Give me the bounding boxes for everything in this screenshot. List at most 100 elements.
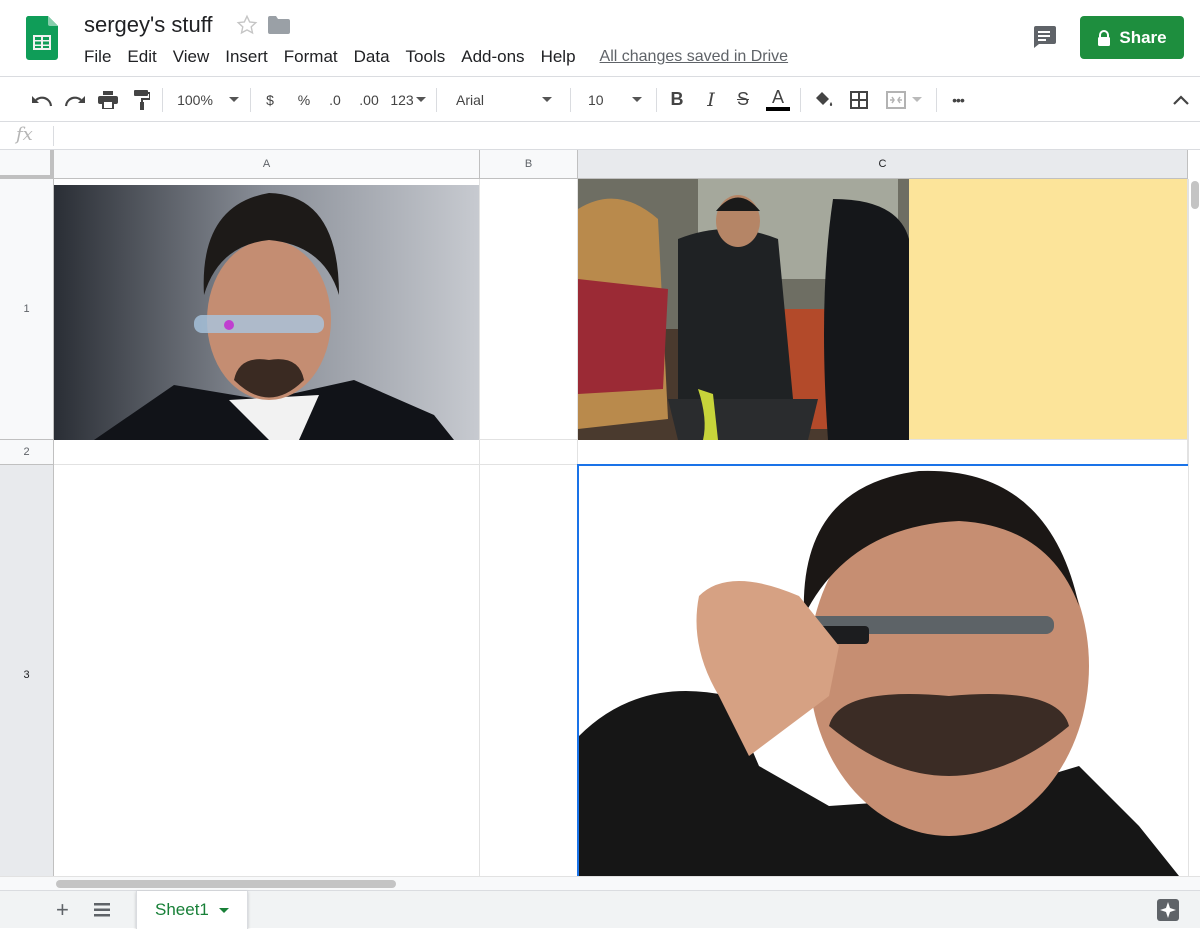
italic-button[interactable]: I xyxy=(698,77,724,122)
currency-format-button[interactable]: $ xyxy=(258,77,282,122)
column-header-b[interactable]: B xyxy=(480,150,578,179)
select-all-corner[interactable] xyxy=(0,150,54,179)
star-icon[interactable] xyxy=(236,14,258,36)
row-header-1[interactable]: 1 xyxy=(0,179,54,440)
font-size-select[interactable]: 10 xyxy=(578,77,650,122)
merge-cells-icon xyxy=(886,90,906,109)
undo-button[interactable] xyxy=(28,77,56,122)
print-icon xyxy=(98,90,118,109)
cell-c2[interactable] xyxy=(578,440,1188,465)
menu-addons[interactable]: Add-ons xyxy=(453,46,532,68)
number-format-label: 123 xyxy=(390,91,414,108)
bold-button[interactable]: B xyxy=(664,77,690,122)
formula-input[interactable] xyxy=(60,126,1180,146)
percent-format-button[interactable]: % xyxy=(292,77,316,122)
sheet-tab-label: Sheet1 xyxy=(155,900,209,919)
all-sheets-list-icon[interactable] xyxy=(94,903,110,917)
formula-bar: fx xyxy=(0,122,1200,150)
zoom-value: 100% xyxy=(177,91,213,108)
menu-insert[interactable]: Insert xyxy=(217,46,276,68)
currency-label: $ xyxy=(266,91,274,108)
folder-icon[interactable] xyxy=(268,16,290,34)
decrease-decimal-label: .0 xyxy=(329,91,341,108)
document-title[interactable]: sergey's stuff xyxy=(84,12,213,38)
italic-label: I xyxy=(707,88,715,111)
text-color-label: A xyxy=(771,87,784,107)
text-color-button[interactable]: A xyxy=(764,77,792,122)
merge-cells-button[interactable] xyxy=(880,77,928,122)
cell-b3[interactable] xyxy=(480,465,578,876)
chevron-down-icon xyxy=(542,97,552,102)
vertical-scroll-thumb[interactable] xyxy=(1191,181,1199,209)
photo-c1-image[interactable] xyxy=(578,179,909,440)
decrease-decimal-button[interactable]: .0 xyxy=(322,77,348,122)
paint-format-icon xyxy=(134,89,150,110)
toolbar-separator xyxy=(250,88,251,112)
vertical-scrollbar[interactable] xyxy=(1188,179,1200,876)
cell-b2[interactable] xyxy=(480,440,578,465)
menu-format[interactable]: Format xyxy=(276,46,346,68)
spreadsheet-grid: A B C 1 2 3 xyxy=(0,150,1200,876)
chevron-down-icon xyxy=(632,97,642,102)
more-options-label: ••• xyxy=(952,91,965,108)
row-header-2[interactable]: 2 xyxy=(0,440,54,465)
toolbar-separator xyxy=(162,88,163,112)
strikethrough-button[interactable]: S xyxy=(730,77,756,122)
add-sheet-button[interactable]: + xyxy=(56,899,69,921)
chevron-down-icon xyxy=(912,97,922,102)
menu-data[interactable]: Data xyxy=(346,46,398,68)
photo-a1-image[interactable] xyxy=(54,185,479,440)
explore-button[interactable] xyxy=(1157,899,1179,921)
font-family-select[interactable]: Arial xyxy=(446,77,562,122)
print-button[interactable] xyxy=(94,77,122,122)
share-button[interactable]: Share xyxy=(1080,16,1184,59)
font-family-value: Arial xyxy=(456,91,485,108)
menu-tools[interactable]: Tools xyxy=(398,46,454,68)
chevron-up-icon xyxy=(1173,94,1189,105)
photo-c3-image[interactable] xyxy=(579,466,1188,876)
cell-b1[interactable] xyxy=(480,179,578,440)
menu-bar: File Edit View Insert Format Data Tools … xyxy=(76,46,788,68)
increase-decimal-button[interactable]: .00 xyxy=(354,77,384,122)
explore-icon xyxy=(1160,902,1176,918)
column-header-a[interactable]: A xyxy=(54,150,480,179)
toolbar-separator xyxy=(656,88,657,112)
menu-file[interactable]: File xyxy=(76,46,119,68)
borders-button[interactable] xyxy=(845,77,873,122)
borders-icon xyxy=(850,90,868,109)
zoom-select[interactable]: 100% xyxy=(172,77,244,122)
comment-icon[interactable] xyxy=(1031,25,1057,49)
toolbar-separator xyxy=(800,88,801,112)
redo-button[interactable] xyxy=(61,77,89,122)
horizontal-scrollbar[interactable] xyxy=(0,876,1200,890)
chevron-down-icon[interactable] xyxy=(218,907,229,913)
menu-help[interactable]: Help xyxy=(533,46,584,68)
cell-a3[interactable] xyxy=(54,465,480,876)
column-header-c[interactable]: C xyxy=(578,150,1188,179)
increase-decimal-label: .00 xyxy=(359,91,379,108)
text-color-swatch xyxy=(766,107,790,111)
paint-format-button[interactable] xyxy=(128,77,156,122)
sheet-bar: + Sheet1 xyxy=(0,890,1200,929)
toolbar-separator xyxy=(570,88,571,112)
sheets-logo-icon[interactable] xyxy=(26,16,58,60)
sheet-tab-sheet1[interactable]: Sheet1 xyxy=(136,891,248,929)
collapse-toolbar-button[interactable] xyxy=(1168,77,1194,122)
percent-label: % xyxy=(297,91,311,108)
redo-icon xyxy=(64,95,85,106)
cell-a2[interactable] xyxy=(54,440,480,465)
menu-edit[interactable]: Edit xyxy=(119,46,164,68)
chevron-down-icon xyxy=(228,97,239,102)
toolbar: 100% $ % .0 .00 123 Arial 10 B I S A ••• xyxy=(0,76,1200,122)
more-options-button[interactable]: ••• xyxy=(944,77,972,122)
row-header-3[interactable]: 3 xyxy=(0,465,54,876)
fill-color-button[interactable] xyxy=(810,77,838,122)
menu-view[interactable]: View xyxy=(165,46,218,68)
formula-separator xyxy=(53,126,54,146)
more-formats-button[interactable]: 123 xyxy=(388,77,428,122)
save-status-link[interactable]: All changes saved in Drive xyxy=(600,48,789,66)
horizontal-scroll-thumb[interactable] xyxy=(56,880,396,888)
fill-color-icon xyxy=(816,91,833,106)
app-header: sergey's stuff File Edit View Insert For… xyxy=(0,0,1200,76)
undo-icon xyxy=(32,95,53,106)
